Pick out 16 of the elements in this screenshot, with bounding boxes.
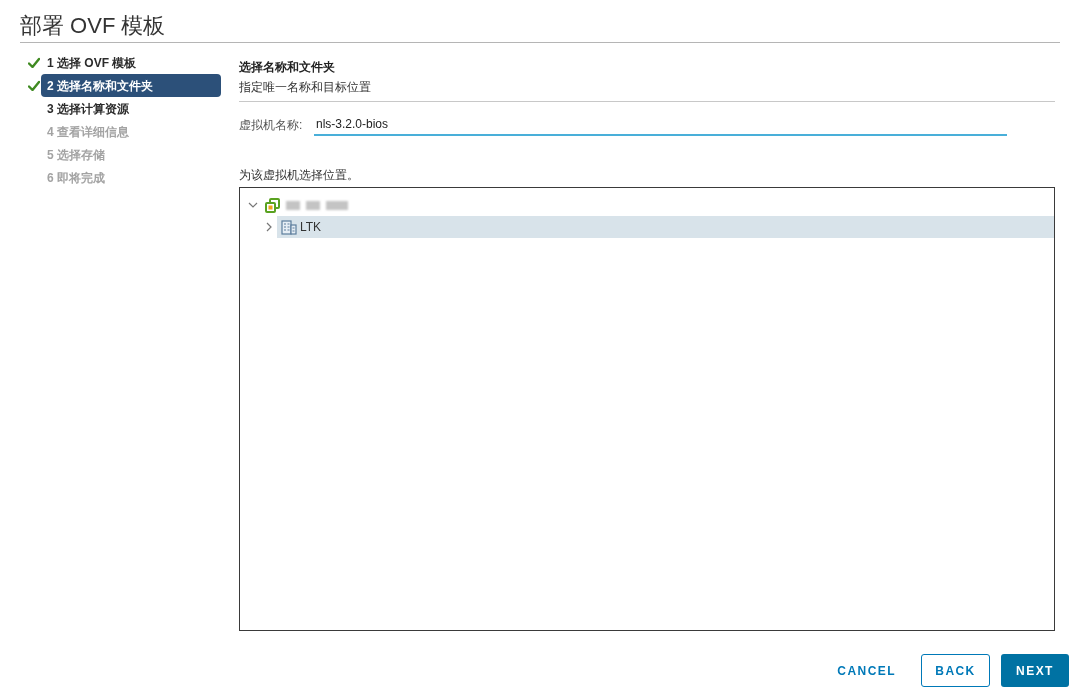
vm-name-field[interactable]: nls-3.2.0-bios <box>314 113 1007 136</box>
cancel-button[interactable]: CANCEL <box>825 654 908 687</box>
panel-heading: 选择名称和文件夹 <box>239 59 335 76</box>
next-button[interactable]: NEXT <box>1001 654 1069 687</box>
wizard-step[interactable]: 1 选择 OVF 模板 <box>41 51 221 74</box>
page-title: 部署 OVF 模板 <box>20 12 166 40</box>
location-label: 为该虚拟机选择位置。 <box>239 167 359 184</box>
tree-item[interactable]: LTK <box>277 216 1054 238</box>
wizard-step[interactable]: 3 选择计算资源 <box>41 97 221 120</box>
stacked-squares-icon <box>265 197 280 213</box>
building-icon <box>281 219 297 235</box>
blurred-text <box>286 199 348 211</box>
vm-name-label: 虚拟机名称: <box>239 116 304 134</box>
panel-subheading: 指定唯一名称和目标位置 <box>239 79 371 96</box>
wizard-step[interactable]: 2 选择名称和文件夹 <box>41 74 221 97</box>
back-button[interactable]: BACK <box>921 654 990 687</box>
